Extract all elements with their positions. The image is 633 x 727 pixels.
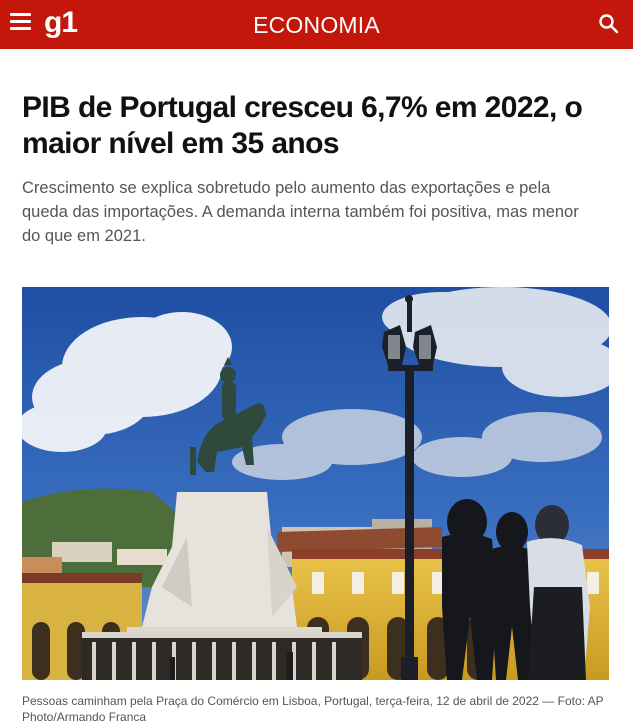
photo-caption: Pessoas caminham pela Praça do Comércio … [22,694,604,724]
section-title: ECONOMIA [253,12,380,38]
hamburger-menu-icon[interactable] [10,13,32,35]
search-icon[interactable] [597,12,621,36]
article-photo [22,287,609,680]
article-headline: PIB de Portugal cresceu 6,7% em 2022, o … [22,91,583,160]
article-subheadline: Crescimento se explica sobretudo pelo au… [22,179,579,245]
g1-logo[interactable]: g1 [44,6,78,40]
top-bar: g1 ECONOMIA [0,0,633,49]
